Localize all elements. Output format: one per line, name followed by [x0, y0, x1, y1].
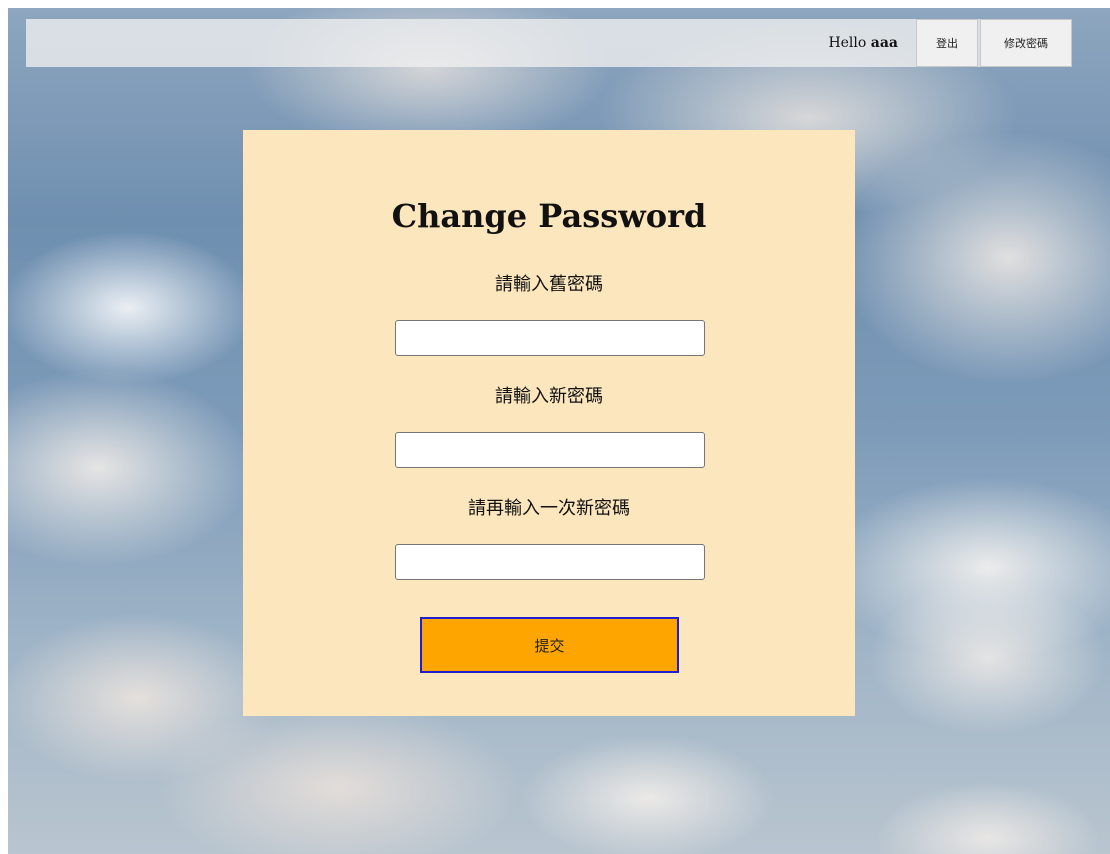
top-navigation-bar: Hello aaa 登出 修改密碼	[26, 19, 1072, 67]
username: aaa	[870, 35, 898, 51]
page-background: Hello aaa 登出 修改密碼 Change Password 請輸入舊密碼…	[8, 8, 1110, 854]
logout-button[interactable]: 登出	[916, 19, 978, 67]
submit-button[interactable]: 提交	[420, 617, 679, 673]
change-password-card: Change Password 請輸入舊密碼 請輸入新密碼 請再輸入一次新密碼 …	[243, 130, 855, 716]
new-password-label: 請輸入新密碼	[495, 386, 603, 407]
user-greeting: Hello aaa	[828, 19, 898, 67]
change-password-nav-button[interactable]: 修改密碼	[980, 19, 1072, 67]
new-password-input[interactable]	[395, 432, 705, 468]
old-password-input[interactable]	[395, 320, 705, 356]
old-password-label: 請輸入舊密碼	[495, 274, 603, 295]
greeting-prefix: Hello	[828, 35, 867, 51]
page-title: Change Password	[391, 197, 707, 235]
confirm-password-input[interactable]	[395, 544, 705, 580]
confirm-password-label: 請再輸入一次新密碼	[468, 498, 630, 519]
